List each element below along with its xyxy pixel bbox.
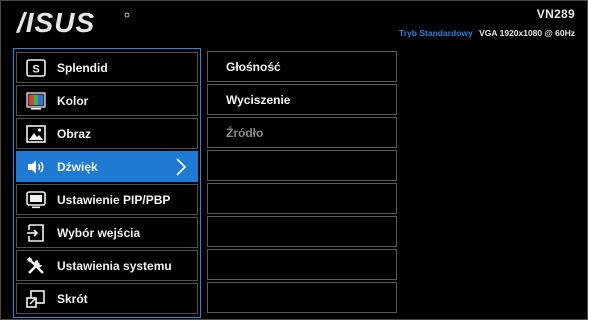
- resolution-label: 1920x1080 @ 60Hz: [499, 28, 575, 38]
- submenu-item-volume[interactable]: Głośność: [207, 51, 397, 82]
- main-menu: S Splendid Kolor Obraz Dźwięk Ustawienie…: [13, 48, 201, 318]
- menu-item-label: Ustawienia systemu: [57, 258, 172, 273]
- menu-item-obraz[interactable]: Obraz: [16, 118, 198, 149]
- chevron-right-icon: [176, 158, 187, 176]
- splendid-icon: S: [25, 58, 47, 78]
- tools-icon: [25, 256, 47, 276]
- osd-window: /ISUS VN289 Tryb Standardowy VGA 1920x10…: [0, 0, 588, 320]
- input-icon: [25, 223, 47, 243]
- speaker-icon: [25, 157, 47, 177]
- mode-label: Tryb Standardowy: [399, 28, 473, 38]
- submenu-item-source: Źródło: [207, 117, 397, 148]
- menu-item-label: Dźwięk: [57, 159, 98, 174]
- shortcut-icon: [25, 289, 47, 309]
- submenu-item-empty: [207, 150, 397, 181]
- menu-item-label: Wybór wejścia: [57, 225, 141, 240]
- model-name: VN289: [536, 7, 575, 21]
- menu-item-kolor[interactable]: Kolor: [16, 85, 198, 116]
- status-line: Tryb Standardowy VGA 1920x1080 @ 60Hz: [399, 28, 575, 38]
- submenu: Głośność Wyciszenie Źródło: [207, 48, 397, 318]
- menu-item-dzwiek[interactable]: Dźwięk: [16, 151, 198, 182]
- submenu-item-empty: [207, 282, 397, 313]
- pip-icon: [25, 190, 47, 210]
- color-icon: [25, 91, 47, 111]
- menu-item-splendid[interactable]: S Splendid: [16, 52, 198, 83]
- input-label: VGA: [479, 28, 498, 38]
- image-icon: [25, 124, 47, 144]
- asus-logo: /ISUS: [15, 7, 130, 38]
- menu-item-system-settings[interactable]: Ustawienia systemu: [16, 250, 198, 281]
- menu-item-label: Obraz: [57, 126, 92, 141]
- menu-item-label: Splendid: [57, 60, 108, 75]
- menu-item-label: Skrót: [57, 291, 88, 306]
- submenu-item-mute[interactable]: Wyciszenie: [207, 84, 397, 115]
- svg-text:/ISUS: /ISUS: [15, 7, 95, 38]
- svg-text:S: S: [32, 63, 39, 75]
- submenu-item-empty: [207, 249, 397, 280]
- menu-item-label: Ustawienie PIP/PBP: [57, 192, 171, 207]
- menu-item-input-select[interactable]: Wybór wejścia: [16, 217, 198, 248]
- menu-item-label: Kolor: [57, 93, 89, 108]
- submenu-item-empty: [207, 216, 397, 247]
- menu-item-shortcut[interactable]: Skrót: [16, 283, 198, 314]
- submenu-item-empty: [207, 183, 397, 214]
- menu-item-pip-pbp[interactable]: Ustawienie PIP/PBP: [16, 184, 198, 215]
